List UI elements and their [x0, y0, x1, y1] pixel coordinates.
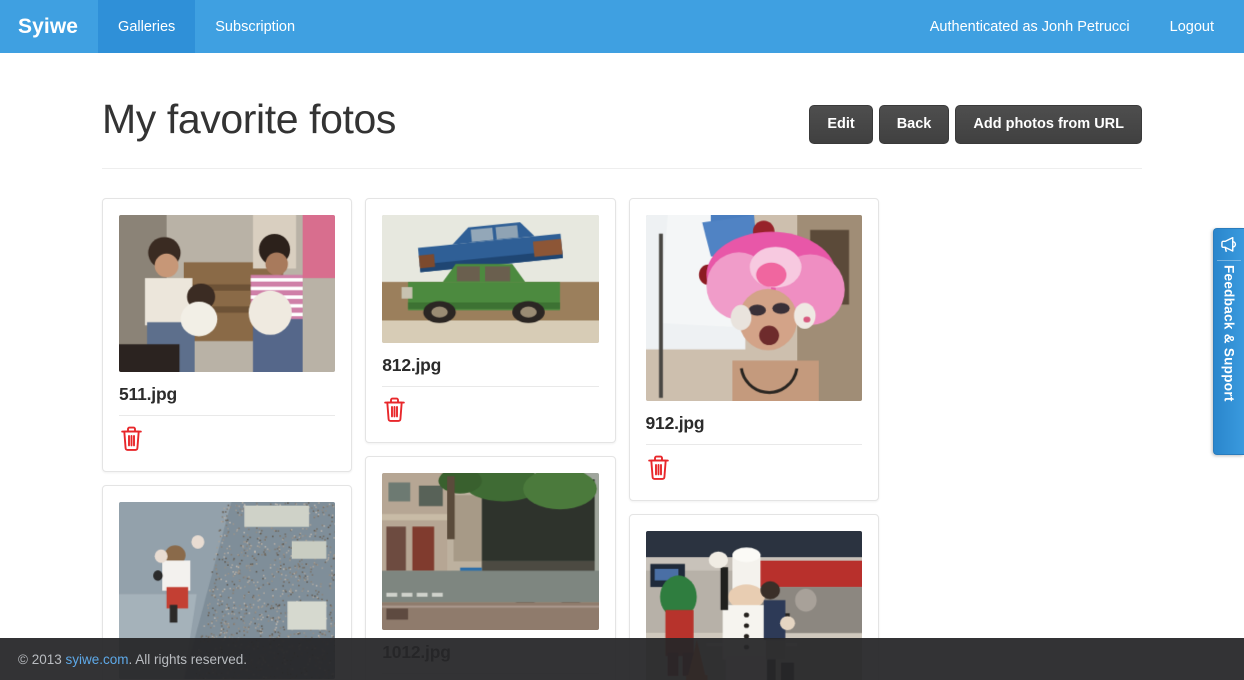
- brand-logo[interactable]: Syiwe: [0, 0, 98, 53]
- footer-copyright-suffix: . All rights reserved.: [129, 652, 248, 667]
- logout-link[interactable]: Logout: [1150, 0, 1234, 53]
- megaphone-icon: [1218, 234, 1240, 256]
- photo-card[interactable]: 912.jpg: [629, 198, 879, 501]
- photo-filename: 812.jpg: [382, 355, 598, 376]
- photo-card[interactable]: 511.jpg: [102, 198, 352, 472]
- page-footer: © 2013 syiwe.com. All rights reserved.: [0, 638, 1244, 680]
- primary-nav: Galleries Subscription: [98, 0, 315, 53]
- delete-photo-button[interactable]: [646, 454, 671, 481]
- secondary-nav: Authenticated as Jonh Petrucci Logout: [910, 0, 1244, 53]
- top-navbar: Syiwe Galleries Subscription Authenticat…: [0, 0, 1244, 53]
- photo-thumbnail[interactable]: [382, 473, 598, 630]
- photo-actions: [382, 387, 598, 428]
- photo-actions: [646, 445, 862, 486]
- photo-thumbnail[interactable]: [646, 215, 862, 401]
- photo-actions: [119, 416, 335, 457]
- trash-icon: [646, 469, 671, 484]
- footer-site-link[interactable]: syiwe.com: [65, 652, 128, 667]
- trash-icon: [382, 411, 407, 426]
- edit-button[interactable]: Edit: [809, 105, 872, 144]
- main-content: My favorite fotos Edit Back Add photos f…: [0, 53, 1244, 680]
- footer-copyright-prefix: © 2013: [18, 652, 65, 667]
- photo-thumbnail[interactable]: [382, 215, 598, 343]
- feedback-tab-label: Feedback & Support: [1222, 265, 1237, 402]
- photo-card[interactable]: 812.jpg: [365, 198, 615, 443]
- footer-copyright: © 2013 syiwe.com. All rights reserved.: [0, 652, 247, 667]
- photo-filename: 511.jpg: [119, 384, 335, 405]
- back-button[interactable]: Back: [879, 105, 950, 144]
- photo-grid: 511.jpg211.jpg812.jpg1012.jpg912.jpg412.…: [102, 198, 1142, 680]
- feedback-and-support-tab[interactable]: Feedback & Support: [1213, 228, 1244, 455]
- header-action-group: Edit Back Add photos from URL: [809, 105, 1142, 144]
- auth-status-label[interactable]: Authenticated as Jonh Petrucci: [910, 0, 1150, 53]
- page-header: My favorite fotos Edit Back Add photos f…: [102, 97, 1142, 169]
- photo-thumbnail[interactable]: [119, 215, 335, 372]
- nav-item-subscription[interactable]: Subscription: [195, 0, 315, 53]
- trash-icon: [119, 440, 144, 455]
- photo-filename: 912.jpg: [646, 413, 862, 434]
- delete-photo-button[interactable]: [382, 396, 407, 423]
- feedback-divider: [1217, 260, 1241, 261]
- add-photos-from-url-button[interactable]: Add photos from URL: [955, 105, 1142, 144]
- delete-photo-button[interactable]: [119, 425, 144, 452]
- nav-item-galleries[interactable]: Galleries: [98, 0, 195, 53]
- content-wrapper: My favorite fotos Edit Back Add photos f…: [102, 53, 1142, 680]
